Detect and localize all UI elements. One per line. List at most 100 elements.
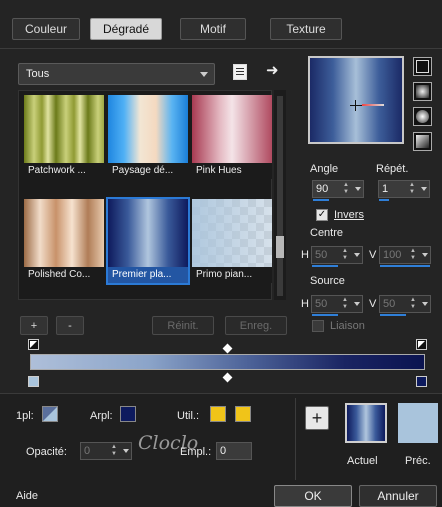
gradient-preview[interactable]	[308, 56, 404, 144]
link-checkbox[interactable]	[312, 320, 324, 332]
position-field[interactable]: 0	[216, 442, 252, 460]
previous-label: Préc.	[405, 455, 431, 467]
repeat-label: Répét.	[376, 163, 409, 175]
value-slider[interactable]	[312, 314, 338, 316]
angle-stepper[interactable]: 90 ▲ ▼	[312, 180, 364, 201]
position-value: 0	[220, 445, 227, 457]
source-v-label: V	[369, 298, 377, 310]
chevron-down-icon[interactable]	[354, 302, 360, 306]
repeat-stepper[interactable]: 1 ▲ ▼	[378, 180, 430, 201]
watermark-logo: Cloclo	[138, 432, 199, 454]
value-slider[interactable]	[379, 199, 389, 201]
arrow-right-icon[interactable]: ➜	[266, 63, 279, 78]
stepper-arrows-icon[interactable]: ▲ ▼	[343, 182, 351, 196]
color-stop-icon[interactable]	[416, 376, 427, 387]
gradient-editor-bar[interactable]	[30, 354, 425, 370]
center-h-value: 50	[315, 249, 328, 261]
user-color-swatch-1[interactable]	[210, 406, 226, 422]
gradient-thumb-polished-copper[interactable]: Polished Co...	[24, 199, 104, 283]
opacity-stop-icon[interactable]	[416, 339, 427, 350]
user-color-label: Util.:	[177, 410, 199, 422]
gradient-category-dropdown[interactable]: Tous	[18, 63, 215, 85]
value-slider[interactable]	[313, 199, 329, 201]
conical-gradient-mode-icon[interactable]	[413, 132, 432, 151]
chevron-down-icon[interactable]	[123, 449, 129, 453]
value-slider[interactable]	[380, 314, 406, 316]
source-h-label: H	[301, 298, 309, 310]
radial-gradient-mode-icon[interactable]	[413, 107, 432, 126]
invert-checkbox[interactable]: ✓	[316, 209, 328, 221]
source-v-stepper[interactable]: 50 ▲ ▼	[379, 295, 431, 316]
color-midpoint-icon[interactable]	[222, 372, 233, 383]
divider	[295, 398, 296, 480]
remove-gradient-button[interactable]: -	[56, 316, 84, 335]
gradient-caption: Premier pla...	[108, 267, 188, 283]
center-h-label: H	[301, 249, 309, 261]
center-v-value: 100	[383, 249, 402, 261]
source-h-stepper[interactable]: 50 ▲ ▼	[311, 295, 363, 316]
center-marker-icon	[355, 100, 356, 111]
opacity-stepper[interactable]: 0 ▲ ▼	[80, 442, 132, 460]
gradient-thumb-patchwork[interactable]: Patchwork ...	[24, 95, 104, 179]
cancel-button[interactable]: Annuler	[359, 485, 437, 507]
chevron-down-icon[interactable]	[355, 187, 361, 191]
previous-gradient-swatch[interactable]	[398, 403, 438, 443]
chevron-down-icon	[200, 72, 208, 77]
gradient-thumb-premier-plan[interactable]: Premier pla...	[106, 197, 190, 285]
current-gradient-swatch	[345, 403, 387, 443]
angle-handle-icon[interactable]	[362, 104, 384, 106]
gradient-category-value: Tous	[26, 68, 50, 80]
tab-couleur[interactable]: Couleur	[12, 18, 80, 40]
foreground-swatch[interactable]	[42, 406, 58, 422]
stepper-arrows-icon[interactable]: ▲ ▼	[409, 182, 417, 196]
gradient-thumb-pink-hues[interactable]: Pink Hues	[192, 95, 272, 179]
gradient-caption: Pink Hues	[192, 163, 272, 179]
center-label: Centre	[310, 227, 344, 239]
tab-degrade[interactable]: Dégradé	[90, 18, 162, 40]
add-to-library-button[interactable]: +	[305, 406, 329, 430]
help-link[interactable]: Aide	[16, 490, 38, 502]
linear-gradient-mode-icon[interactable]	[413, 57, 432, 76]
gradient-caption: Patchwork ...	[24, 163, 104, 179]
center-h-stepper[interactable]: 50 ▲ ▼	[311, 246, 363, 267]
source-v-value: 50	[383, 298, 396, 310]
gradient-thumb-primo-piano[interactable]: Primo pian...	[192, 199, 272, 283]
opacity-stop-icon[interactable]	[28, 339, 39, 350]
value-slider[interactable]	[312, 265, 338, 267]
chevron-down-icon[interactable]	[354, 253, 360, 257]
chevron-down-icon[interactable]	[421, 187, 427, 191]
foreground-label: 1pl:	[16, 410, 34, 422]
background-swatch[interactable]	[120, 406, 136, 422]
library-menu-icon[interactable]	[233, 64, 247, 80]
reset-button[interactable]: Réinit.	[152, 316, 214, 335]
source-label: Source	[310, 275, 345, 287]
scrollbar-thumb[interactable]	[276, 236, 284, 258]
gradient-caption: Polished Co...	[24, 267, 104, 283]
ok-button[interactable]: OK	[274, 485, 352, 507]
stepper-arrows-icon[interactable]: ▲ ▼	[111, 444, 119, 458]
user-color-swatch-2[interactable]	[235, 406, 251, 422]
opacity-label: Opacité:	[26, 446, 67, 458]
angle-value: 90	[316, 183, 329, 195]
chevron-down-icon[interactable]	[422, 302, 428, 306]
tab-motif[interactable]: Motif	[180, 18, 246, 40]
save-gradient-button[interactable]: Enreg.	[225, 316, 287, 335]
color-stop-icon[interactable]	[28, 376, 39, 387]
stepper-arrows-icon[interactable]: ▲ ▼	[342, 248, 350, 262]
tab-texture[interactable]: Texture	[270, 18, 342, 40]
gradient-thumb-paysage[interactable]: Paysage dé...	[108, 95, 188, 179]
center-v-stepper[interactable]: 100 ▲ ▼	[379, 246, 431, 267]
opacity-midpoint-icon[interactable]	[222, 343, 233, 354]
value-slider[interactable]	[380, 265, 430, 267]
opacity-value: 0	[84, 445, 91, 457]
stepper-arrows-icon[interactable]: ▲ ▼	[410, 248, 418, 262]
stepper-arrows-icon[interactable]: ▲ ▼	[342, 297, 350, 311]
current-label: Actuel	[347, 455, 378, 467]
source-h-value: 50	[315, 298, 328, 310]
scrollbar-track	[277, 96, 283, 296]
add-gradient-button[interactable]: +	[20, 316, 48, 335]
stepper-arrows-icon[interactable]: ▲ ▼	[410, 297, 418, 311]
chevron-down-icon[interactable]	[422, 253, 428, 257]
rectangular-gradient-mode-icon[interactable]	[413, 82, 432, 101]
library-scrollbar[interactable]	[274, 90, 286, 300]
